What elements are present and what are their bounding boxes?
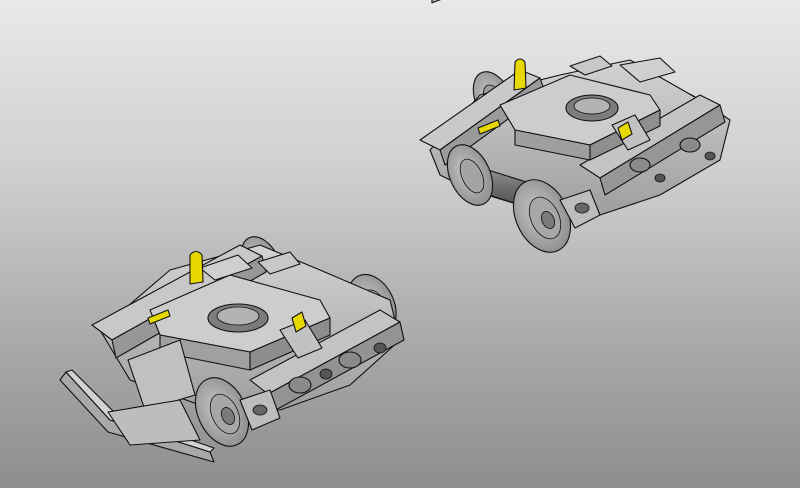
yellow-lever-lower bbox=[189, 250, 204, 285]
bogie-model-lower[interactable] bbox=[59, 230, 405, 463]
bogie-model-upper[interactable] bbox=[419, 0, 731, 261]
bogie-frame-lower bbox=[91, 244, 405, 413]
cad-viewport[interactable] bbox=[0, 0, 800, 488]
model-canvas[interactable] bbox=[0, 0, 800, 488]
yellow-lever-upper bbox=[513, 58, 527, 91]
